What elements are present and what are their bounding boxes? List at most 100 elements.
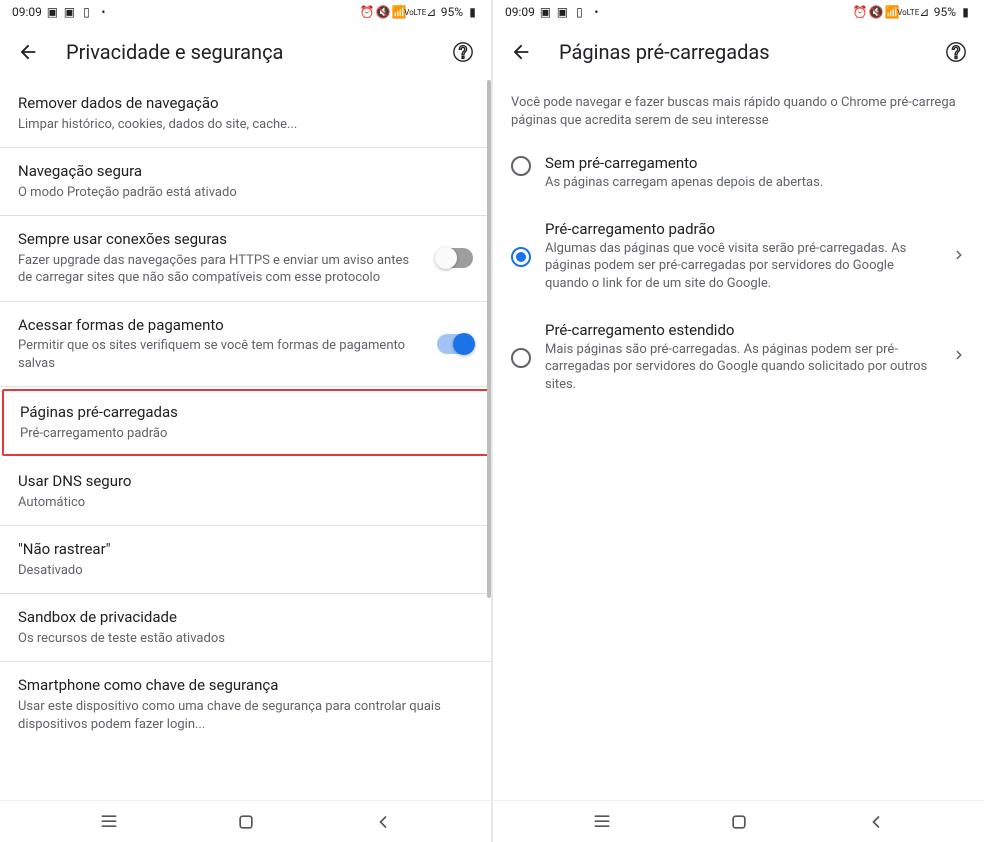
setting-do-not-track[interactable]: "Não rastrear" Desativado: [0, 526, 491, 594]
notification-icon: ▣: [539, 6, 552, 19]
screen-preload-pages: 09:09 ▣ ▣ ▯ • ⏰ 🔇 📶 VoLTE ⊿ 95% ▮ Página…: [493, 0, 984, 842]
setting-title: Acessar formas de pagamento: [18, 316, 425, 336]
scrollbar[interactable]: [487, 80, 491, 800]
page-title: Páginas pré-carregadas: [559, 40, 918, 64]
option-title: Pré-carregamento padrão: [545, 220, 932, 238]
nav-bar: [493, 800, 984, 842]
nav-home[interactable]: [714, 807, 764, 837]
option-subtitle: Mais páginas são pré-carregadas. As pági…: [545, 341, 932, 394]
setting-subtitle: Limpar histórico, cookies, dados do site…: [18, 116, 473, 134]
battery-icon: ▮: [466, 6, 479, 19]
signal-icon: ⊿: [425, 6, 438, 19]
recents-icon: [99, 812, 119, 832]
signal-icon: ⊿: [918, 6, 931, 19]
setting-privacy-sandbox[interactable]: Sandbox de privacidade Os recursos de te…: [0, 594, 491, 662]
setting-clear-browsing-data[interactable]: Remover dados de navegação Limpar histór…: [0, 80, 491, 148]
screen-privacy-security: 09:09 ▣ ▣ ▯ • ⏰ 🔇 📶 VoLTE ⊿ 95% ▮ Privac…: [0, 0, 491, 842]
toggle-payment-methods[interactable]: [437, 334, 473, 354]
setting-subtitle: Desativado: [18, 562, 473, 580]
status-time: 09:09: [505, 5, 535, 19]
nav-back[interactable]: [358, 807, 408, 837]
setting-title: Sandbox de privacidade: [18, 608, 473, 628]
preload-options: Você pode navegar e fazer buscas mais rá…: [493, 80, 984, 800]
battery-icon: ▮: [959, 6, 972, 19]
option-standard-preload[interactable]: Pré-carregamento padrão Algumas das pági…: [493, 206, 984, 307]
radio-no-preload[interactable]: [511, 156, 531, 176]
home-icon: [729, 812, 749, 832]
app-bar: Páginas pré-carregadas: [493, 24, 984, 80]
option-title: Sem pré-carregamento: [545, 154, 972, 172]
nav-recents[interactable]: [84, 807, 134, 837]
help-button[interactable]: [936, 32, 976, 72]
setting-title: Navegação segura: [18, 162, 473, 182]
signal-icon: VoLTE: [409, 6, 422, 19]
back-button[interactable]: [8, 32, 48, 72]
battery-percent: 95%: [441, 5, 463, 19]
settings-list: Remover dados de navegação Limpar histór…: [0, 80, 491, 800]
radio-standard-preload[interactable]: [511, 247, 531, 267]
battery-percent: 95%: [934, 5, 956, 19]
arrow-back-icon: [17, 41, 39, 63]
expand-button[interactable]: [946, 341, 972, 372]
setting-title: "Não rastrear": [18, 540, 473, 560]
app-bar: Privacidade e segurança: [0, 24, 491, 80]
status-time: 09:09: [12, 5, 42, 19]
setting-subtitle: Automático: [18, 494, 473, 512]
back-button[interactable]: [501, 32, 541, 72]
help-icon: [945, 41, 967, 63]
arrow-back-icon: [510, 41, 532, 63]
help-button[interactable]: [443, 32, 483, 72]
help-icon: [452, 41, 474, 63]
nav-recents[interactable]: [577, 807, 627, 837]
setting-payment-methods[interactable]: Acessar formas de pagamento Permitir que…: [0, 302, 491, 388]
status-bar: 09:09 ▣ ▣ ▯ • ⏰ 🔇 📶 VoLTE ⊿ 95% ▮: [0, 0, 491, 24]
option-no-preload[interactable]: Sem pré-carregamento As páginas carregam…: [493, 140, 984, 206]
mute-icon: 🔇: [870, 6, 883, 19]
notification-icon: ▣: [63, 6, 76, 19]
setting-title: Remover dados de navegação: [18, 94, 473, 114]
toggle-secure-connections[interactable]: [437, 248, 473, 268]
page-description: Você pode navegar e fazer buscas mais rá…: [493, 80, 984, 140]
nav-back[interactable]: [851, 807, 901, 837]
setting-title: Usar DNS seguro: [18, 472, 473, 492]
signal-icon: VoLTE: [902, 6, 915, 19]
alarm-icon: ⏰: [854, 6, 867, 19]
more-icon: •: [97, 6, 110, 19]
setting-secure-dns[interactable]: Usar DNS seguro Automático: [0, 458, 491, 526]
chevron-right-icon: [952, 248, 966, 262]
setting-title: Smartphone como chave de segurança: [18, 676, 473, 696]
mute-icon: 🔇: [377, 6, 390, 19]
setting-preload-pages[interactable]: Páginas pré-carregadas Pré-carregamento …: [2, 389, 489, 456]
notification-icon: ▯: [80, 6, 93, 19]
setting-title: Sempre usar conexões seguras: [18, 230, 425, 250]
recents-icon: [592, 812, 612, 832]
option-subtitle: As páginas carregam apenas depois de abe…: [545, 174, 972, 192]
setting-subtitle: Usar este dispositivo como uma chave de …: [18, 698, 473, 733]
setting-title: Páginas pré-carregadas: [20, 403, 471, 423]
expand-button[interactable]: [946, 241, 972, 272]
notification-icon: ▣: [556, 6, 569, 19]
option-subtitle: Algumas das páginas que você visita serã…: [545, 240, 932, 293]
notification-icon: ▯: [573, 6, 586, 19]
setting-subtitle: Pré-carregamento padrão: [20, 425, 471, 443]
option-extended-preload[interactable]: Pré-carregamento estendido Mais páginas …: [493, 307, 984, 408]
alarm-icon: ⏰: [361, 6, 374, 19]
home-icon: [236, 812, 256, 832]
back-icon: [866, 812, 886, 832]
nav-bar: [0, 800, 491, 842]
setting-security-key[interactable]: Smartphone como chave de segurança Usar …: [0, 662, 491, 747]
back-icon: [373, 812, 393, 832]
nav-home[interactable]: [221, 807, 271, 837]
setting-subtitle: Permitir que os sites verifiquem se você…: [18, 337, 425, 372]
status-bar: 09:09 ▣ ▣ ▯ • ⏰ 🔇 📶 VoLTE ⊿ 95% ▮: [493, 0, 984, 24]
chevron-right-icon: [952, 348, 966, 362]
setting-subtitle: Fazer upgrade das navegações para HTTPS …: [18, 252, 425, 287]
notification-icon: ▣: [46, 6, 59, 19]
setting-safe-browsing[interactable]: Navegação segura O modo Proteção padrão …: [0, 148, 491, 216]
option-title: Pré-carregamento estendido: [545, 321, 932, 339]
setting-subtitle: Os recursos de teste estão ativados: [18, 630, 473, 648]
setting-subtitle: O modo Proteção padrão está ativado: [18, 184, 473, 202]
setting-secure-connections[interactable]: Sempre usar conexões seguras Fazer upgra…: [0, 216, 491, 302]
radio-extended-preload[interactable]: [511, 348, 531, 368]
more-icon: •: [590, 6, 603, 19]
